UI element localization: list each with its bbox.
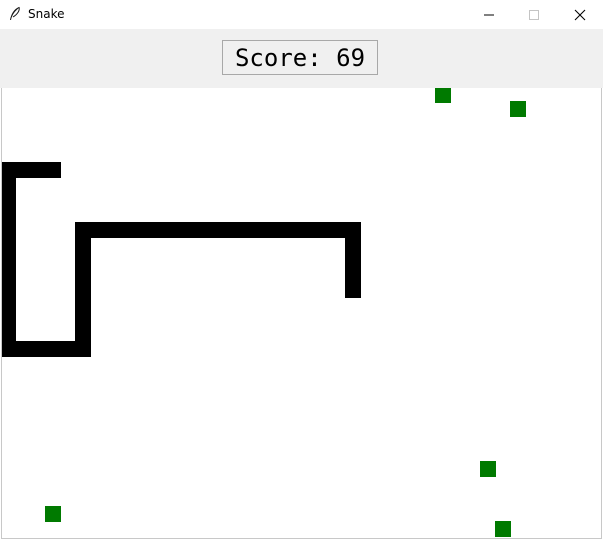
score-value: 69 <box>336 43 366 72</box>
score-label: Score: <box>234 43 322 72</box>
food-items <box>45 88 526 537</box>
minimize-button[interactable] <box>466 0 512 29</box>
game-window: Snake Score: 69 <box>0 0 603 540</box>
score-display: Score: 69 <box>222 40 378 75</box>
food-pellet <box>510 101 526 117</box>
food-pellet <box>45 506 61 522</box>
feather-icon <box>10 6 20 20</box>
close-button[interactable] <box>557 0 603 29</box>
snake <box>2 162 361 357</box>
snake-segment <box>2 162 16 357</box>
food-pellet <box>480 461 496 477</box>
snake-head <box>345 222 361 298</box>
food-pellet <box>495 521 511 537</box>
close-icon <box>574 9 586 20</box>
game-board <box>2 88 526 537</box>
score-header: Score: 69 <box>0 29 603 88</box>
window-title: Snake <box>28 7 65 21</box>
game-canvas[interactable] <box>1 88 602 539</box>
minimize-icon <box>484 14 494 15</box>
maximize-icon <box>529 9 539 20</box>
food-pellet <box>435 88 451 103</box>
maximize-button[interactable] <box>511 0 557 29</box>
snake-segment <box>75 222 361 238</box>
title-bar[interactable]: Snake <box>0 0 603 29</box>
snake-segment <box>75 222 91 357</box>
